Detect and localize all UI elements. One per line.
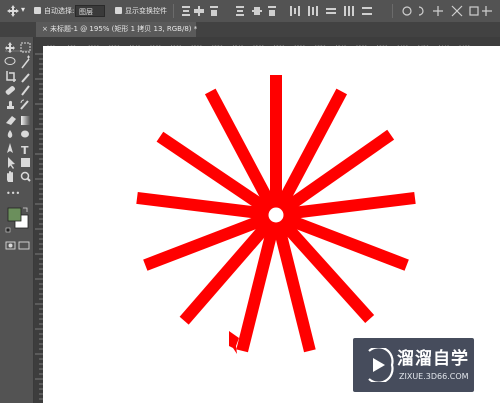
separator [173, 4, 174, 18]
default-colors-icon [5, 227, 11, 233]
lasso-tool[interactable] [4, 55, 16, 67]
gradient-tool[interactable] [19, 114, 31, 126]
watermark-title: 溜溜自学 [397, 349, 469, 369]
swap-colors-icon [23, 207, 28, 212]
blur-tool[interactable] [4, 128, 16, 140]
toolbox: T ••• [0, 37, 34, 403]
foreground-color-swatch [7, 207, 22, 222]
crop-tool[interactable] [4, 70, 16, 82]
eraser-tool[interactable] [4, 114, 16, 126]
3d-mode-buttons-group[interactable] [400, 4, 498, 18]
rectangle-tool[interactable] [19, 157, 31, 169]
pen-tool[interactable] [4, 142, 16, 154]
healing-brush-tool[interactable] [4, 84, 16, 96]
document-tab-bar: × 未标题-1 @ 195% (矩形 1 拷贝 13, RGB/8) * [0, 22, 500, 37]
screen-mode-icon [18, 241, 30, 250]
align-buttons-group[interactable] [180, 4, 380, 18]
starburst-hole [268, 207, 284, 223]
auto-select-checkbox[interactable] [34, 7, 41, 14]
path-selection-tool[interactable] [4, 157, 16, 169]
play-icon [368, 348, 394, 382]
more-tools-label: ••• [6, 189, 20, 198]
auto-select-dropdown[interactable]: 图层 [75, 5, 105, 17]
move-tool-dropdown-arrow[interactable]: ▾ [21, 4, 25, 16]
zoom-tool[interactable] [19, 171, 31, 183]
rotate-cursor-icon [229, 331, 239, 354]
options-bar: ▾ 自动选择: 图层 显示变换控件 [0, 0, 500, 23]
vertical-ruler[interactable] [34, 46, 43, 403]
hand-tool[interactable] [4, 171, 16, 183]
marquee-tool[interactable] [19, 41, 31, 53]
vertical-ruler-ticks [35, 53, 43, 400]
document-tab-title: 未标题-1 @ 195% (矩形 1 拷贝 13, RGB/8) * [50, 25, 198, 33]
horizontal-ruler[interactable]: 6080100120140160180200220240260280300320… [34, 37, 500, 52]
clone-stamp-tool[interactable] [4, 99, 16, 111]
watermark-badge: 溜溜自学 ZIXUE.3D66.COM [353, 338, 474, 392]
move-tool[interactable] [4, 41, 16, 53]
magic-wand-tool[interactable] [19, 55, 31, 67]
close-tab-icon[interactable]: × [42, 22, 48, 37]
show-transform-checkbox[interactable] [115, 7, 122, 14]
watermark-url: ZIXUE.3D66.COM [399, 372, 469, 381]
auto-select-label: 自动选择: [44, 7, 75, 15]
type-tool[interactable] [19, 142, 31, 154]
document-tab[interactable]: × 未标题-1 @ 195% (矩形 1 拷贝 13, RGB/8) * [36, 22, 198, 37]
history-brush-tool[interactable] [19, 99, 31, 111]
separator [392, 4, 393, 18]
show-transform-label: 显示变换控件 [125, 7, 167, 15]
dodge-tool[interactable] [19, 128, 31, 140]
brush-tool[interactable] [19, 84, 31, 96]
eyedropper-tool[interactable] [19, 70, 31, 82]
move-tool-icon[interactable] [6, 4, 20, 18]
starburst-ray [270, 75, 282, 205]
